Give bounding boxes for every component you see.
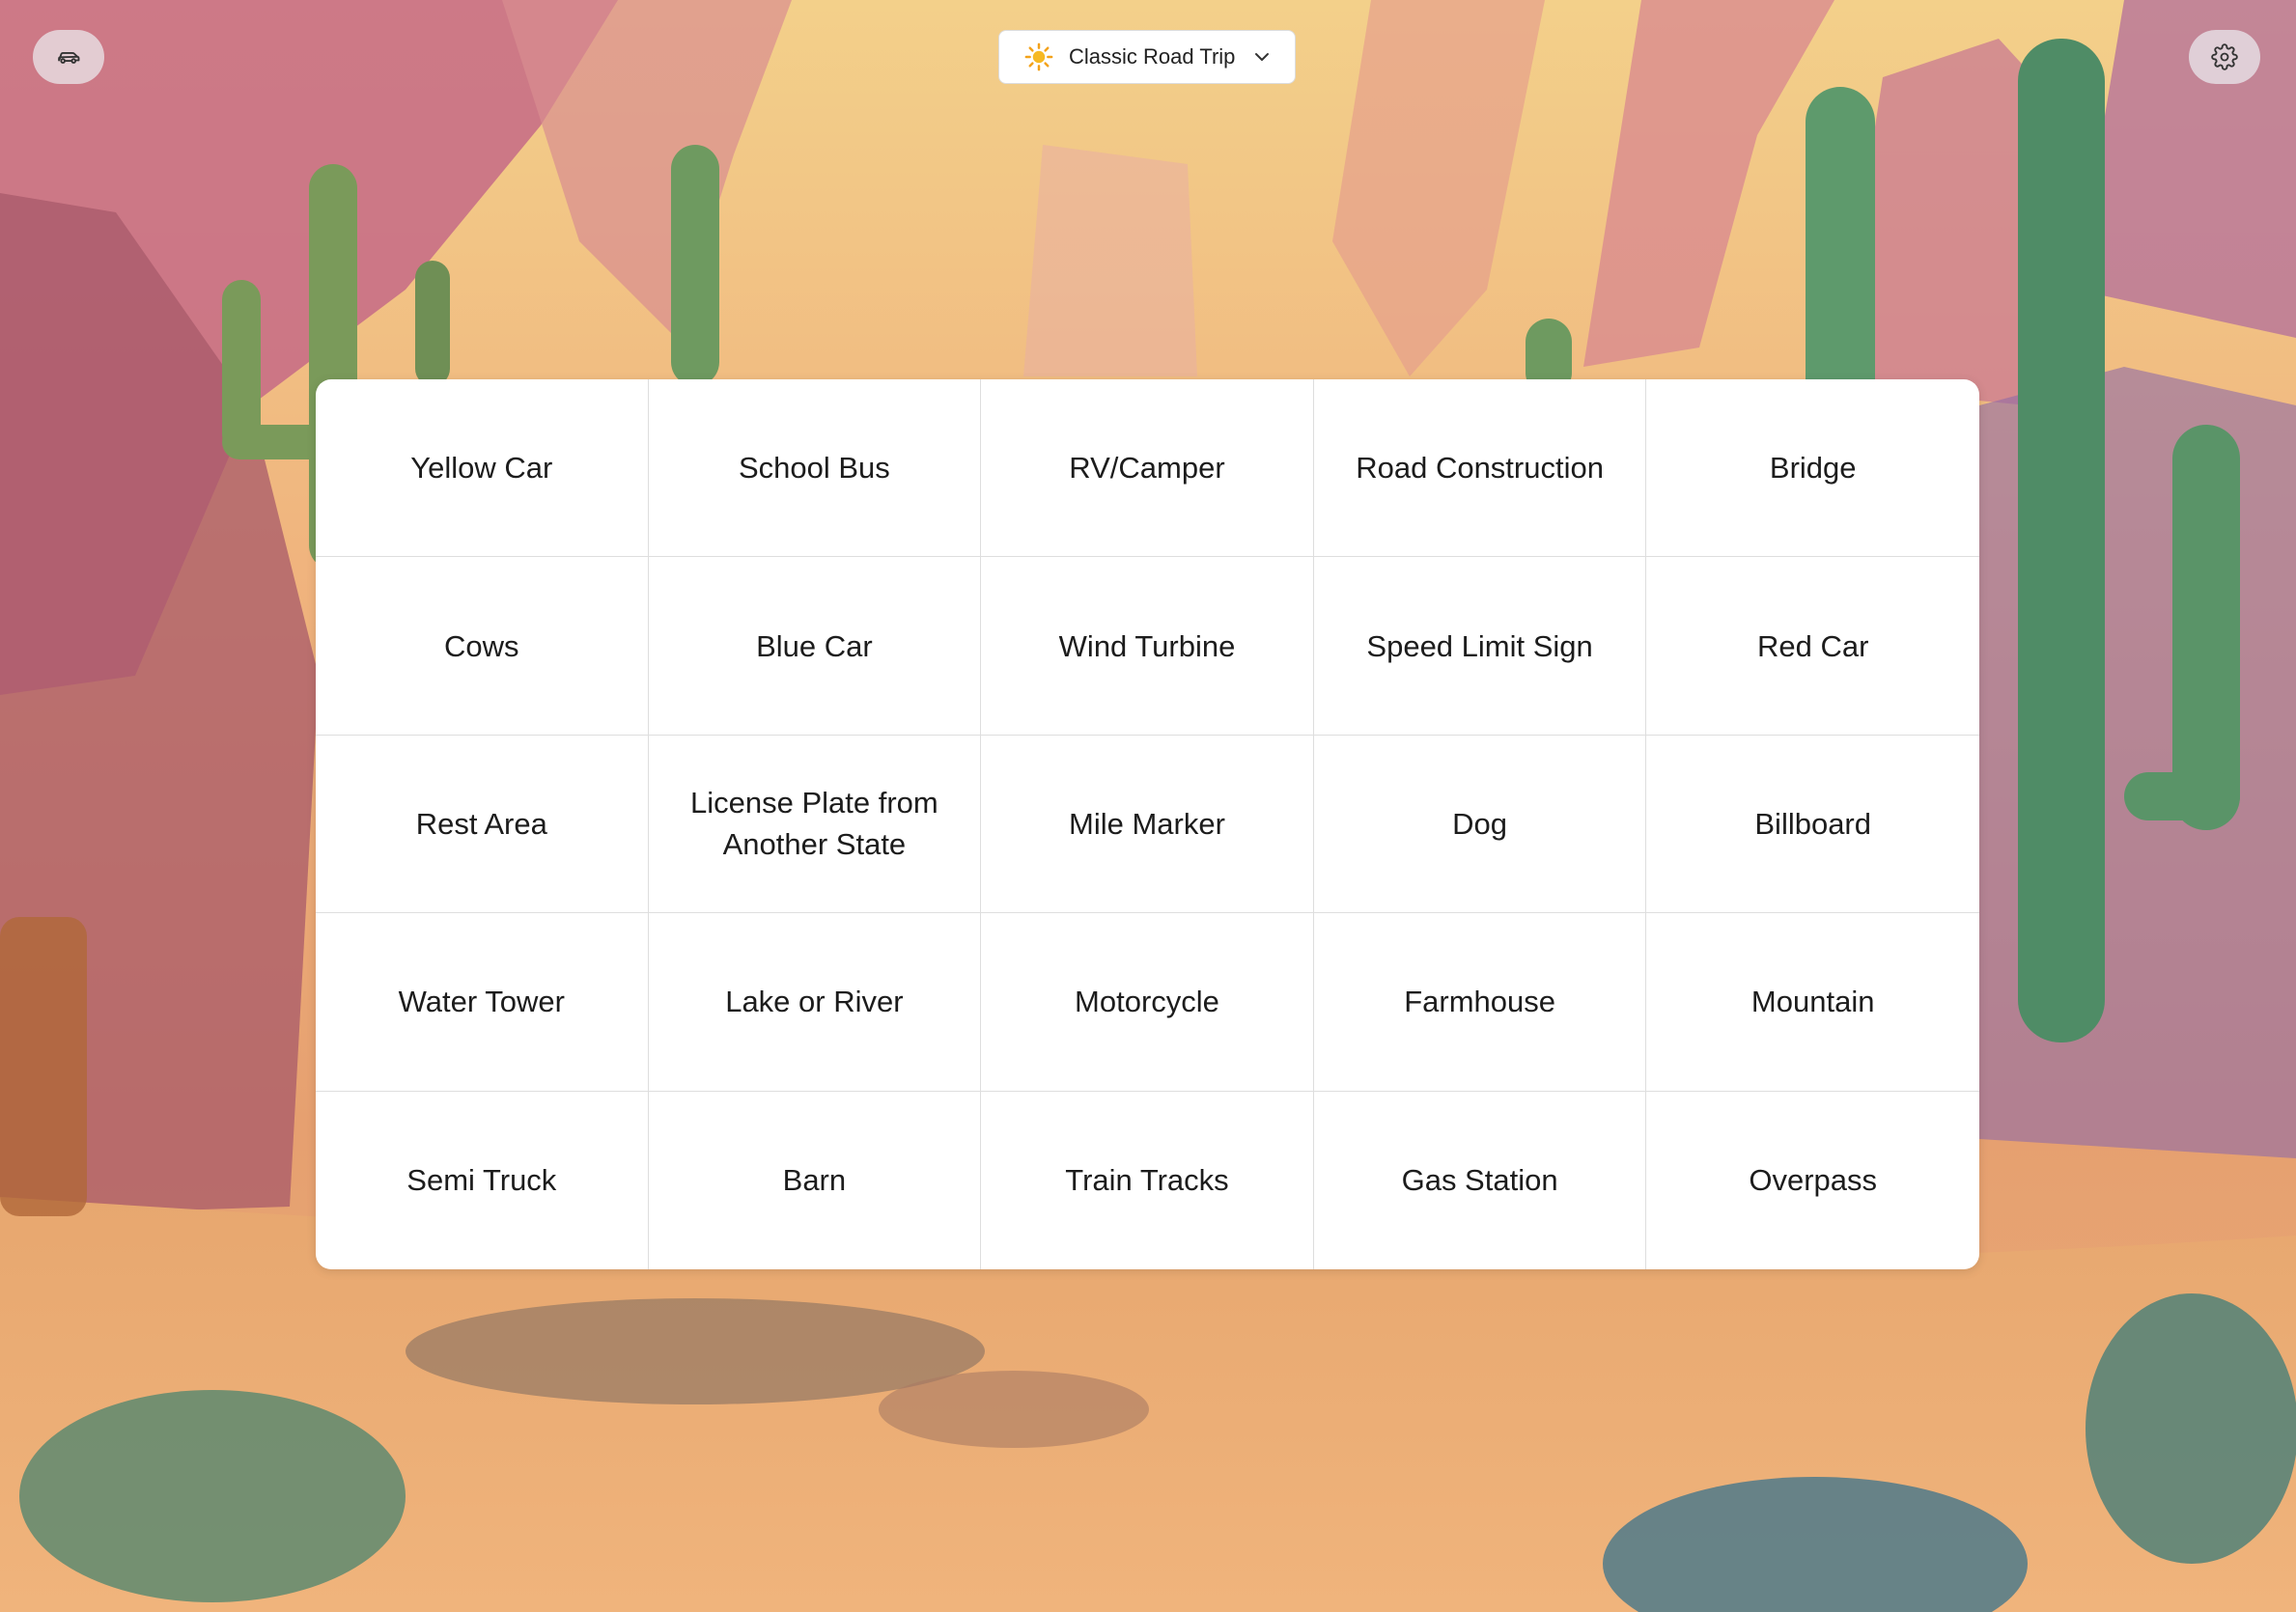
bingo-cell[interactable]: Lake or River — [648, 913, 982, 1092]
settings-button[interactable] — [2189, 30, 2260, 84]
bingo-cell[interactable]: Road Construction — [1313, 379, 1647, 558]
bingo-cell[interactable]: Gas Station — [1314, 1091, 1647, 1269]
game-selector-dropdown[interactable]: Classic Road Trip — [998, 30, 1296, 84]
bingo-cell[interactable]: Speed Limit Sign — [1313, 557, 1647, 736]
car-button[interactable] — [33, 30, 104, 84]
bingo-cell[interactable]: Train Tracks — [981, 1091, 1314, 1269]
bingo-cell[interactable]: Farmhouse — [1313, 913, 1647, 1092]
bingo-board: Yellow Car School Bus RV/Camper Road Con… — [316, 379, 1979, 1269]
bingo-cell[interactable]: License Plate from Another State — [648, 735, 982, 914]
bingo-cell[interactable]: RV/Camper — [981, 379, 1314, 558]
bingo-cell[interactable]: School Bus — [648, 379, 982, 558]
gear-icon — [2211, 43, 2238, 70]
chevron-down-icon — [1255, 53, 1270, 61]
sun-icon — [1024, 42, 1053, 71]
bingo-cell[interactable]: Barn — [649, 1091, 982, 1269]
bingo-cell[interactable]: Mile Marker — [981, 735, 1314, 914]
bingo-cell[interactable]: Rest Area — [316, 735, 649, 914]
car-icon — [58, 51, 80, 64]
bingo-cell[interactable]: Bridge — [1646, 379, 1979, 558]
game-selector-label: Classic Road Trip — [1069, 44, 1236, 69]
bingo-cell[interactable]: Semi Truck — [316, 1091, 649, 1269]
bingo-cell[interactable]: Water Tower — [316, 913, 649, 1092]
bingo-cell[interactable]: Mountain — [1646, 913, 1979, 1092]
bingo-cell[interactable]: Red Car — [1646, 557, 1979, 736]
bingo-cell[interactable]: Overpass — [1646, 1092, 1979, 1269]
bingo-cell[interactable]: Dog — [1313, 735, 1647, 914]
bingo-cell[interactable]: Yellow Car — [316, 379, 649, 558]
bingo-cell[interactable]: Billboard — [1646, 736, 1979, 914]
bingo-cell[interactable]: Blue Car — [648, 557, 982, 736]
bingo-cell[interactable]: Motorcycle — [981, 913, 1314, 1092]
bingo-cell[interactable]: Cows — [316, 557, 649, 736]
bingo-cell[interactable]: Wind Turbine — [981, 557, 1314, 736]
